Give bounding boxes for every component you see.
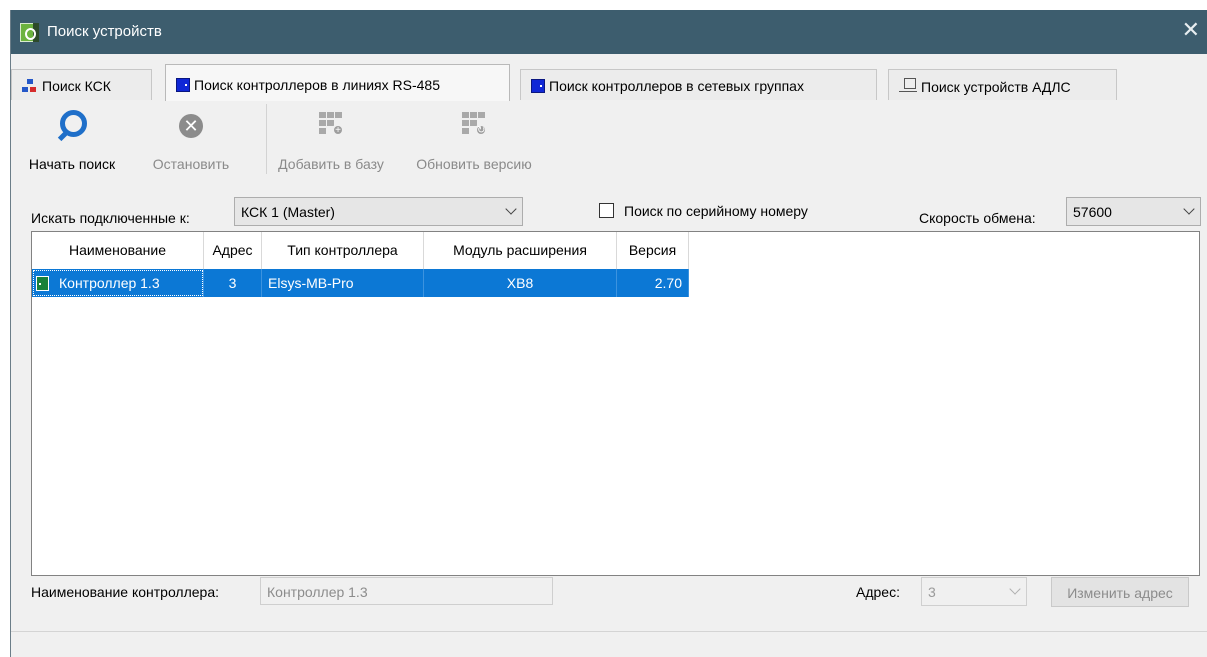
chevron-down-icon [1184, 203, 1194, 213]
window-title: Поиск устройств [47, 23, 162, 40]
add-to-database-label: Добавить в базу [278, 156, 384, 172]
add-to-database-button[interactable]: + Добавить в базу [267, 102, 395, 178]
status-bar-divider [11, 631, 1207, 632]
column-header-name[interactable]: Наименование [32, 232, 204, 269]
tab-adls-search[interactable]: Поиск устройств АДЛС [888, 69, 1117, 100]
address-value: 3 [928, 584, 936, 600]
close-icon[interactable]: ✕ [1182, 19, 1200, 41]
tab-label: Поиск контроллеров в сетевых группах [549, 78, 804, 94]
stop-button[interactable]: ✕ Остановить [137, 102, 245, 178]
title-bar[interactable]: Поиск устройств ✕ [11, 10, 1207, 54]
controller-name-label: Наименование контроллера: [31, 584, 220, 600]
tab-label: Поиск контроллеров в линиях RS-485 [194, 77, 440, 93]
chevron-down-icon [506, 203, 516, 213]
update-version-button[interactable]: ↻ Обновить версию [399, 102, 549, 178]
cell-name: Контроллер 1.3 [32, 269, 204, 297]
column-header-module[interactable]: Модуль расширения [424, 232, 617, 269]
chevron-down-icon [1010, 583, 1020, 593]
column-header-type[interactable]: Тип контроллера [262, 232, 424, 269]
network-icon [22, 79, 38, 93]
controller-icon [176, 78, 190, 92]
start-search-label: Начать поиск [28, 156, 116, 172]
update-version-label: Обновить версию [416, 156, 532, 172]
cell-module: XB8 [424, 269, 617, 297]
baud-rate-value: 57600 [1073, 204, 1112, 220]
serial-search-checkbox[interactable] [599, 203, 614, 218]
refresh-grid-icon: ↻ [460, 110, 488, 138]
cell-name-text: Контроллер 1.3 [59, 275, 160, 291]
device-search-window: Поиск устройств ✕ Поиск КСК Поиск контро… [10, 10, 1207, 657]
column-header-address[interactable]: Адрес [204, 232, 262, 269]
controllers-table[interactable]: Наименование Адрес Тип контроллера Модул… [31, 231, 1200, 576]
table-header: Наименование Адрес Тип контроллера Модул… [32, 232, 689, 269]
app-icon [20, 23, 39, 42]
change-address-button[interactable]: Изменить адрес [1051, 577, 1189, 607]
table-row[interactable]: Контроллер 1.3 3 Elsys-MB-Pro XB8 2.70 [32, 269, 689, 297]
tab-rs485-search[interactable]: Поиск контроллеров в линиях RS-485 [165, 64, 510, 101]
tab-ksk-search[interactable]: Поиск КСК [11, 69, 152, 100]
add-grid-icon: + [317, 110, 345, 138]
controller-name-field[interactable]: Контроллер 1.3 [260, 577, 553, 605]
address-label: Адрес: [856, 584, 900, 600]
tab-label: Поиск КСК [42, 78, 111, 94]
stop-label: Остановить [152, 156, 230, 172]
baud-rate-select[interactable]: 57600 [1066, 197, 1201, 226]
stop-icon: ✕ [179, 114, 203, 138]
search-connected-label: Искать подключенные к: [31, 210, 190, 226]
baud-rate-label: Скорость обмена: [919, 210, 1036, 226]
toolbar: Начать поиск ✕ Остановить + Добавить в б… [11, 102, 611, 180]
controller-icon [531, 79, 545, 93]
computer-icon [899, 78, 917, 94]
search-connected-select[interactable]: КСК 1 (Master) [234, 197, 523, 226]
cell-address: 3 [204, 269, 262, 297]
tab-network-groups-search[interactable]: Поиск контроллеров в сетевых группах [520, 69, 877, 100]
search-connected-value: КСК 1 (Master) [241, 204, 335, 220]
search-icon [56, 110, 88, 142]
address-select[interactable]: 3 [921, 577, 1027, 606]
controller-icon [36, 276, 49, 291]
start-search-button[interactable]: Начать поиск [11, 102, 133, 178]
cell-type: Elsys-MB-Pro [262, 269, 424, 297]
tab-bar: Поиск КСК Поиск контроллеров в линиях RS… [11, 56, 1207, 101]
cell-version: 2.70 [617, 269, 689, 297]
serial-search-label: Поиск по серийному номеру [624, 203, 808, 219]
column-header-version[interactable]: Версия [617, 232, 689, 269]
tab-label: Поиск устройств АДЛС [921, 79, 1071, 95]
